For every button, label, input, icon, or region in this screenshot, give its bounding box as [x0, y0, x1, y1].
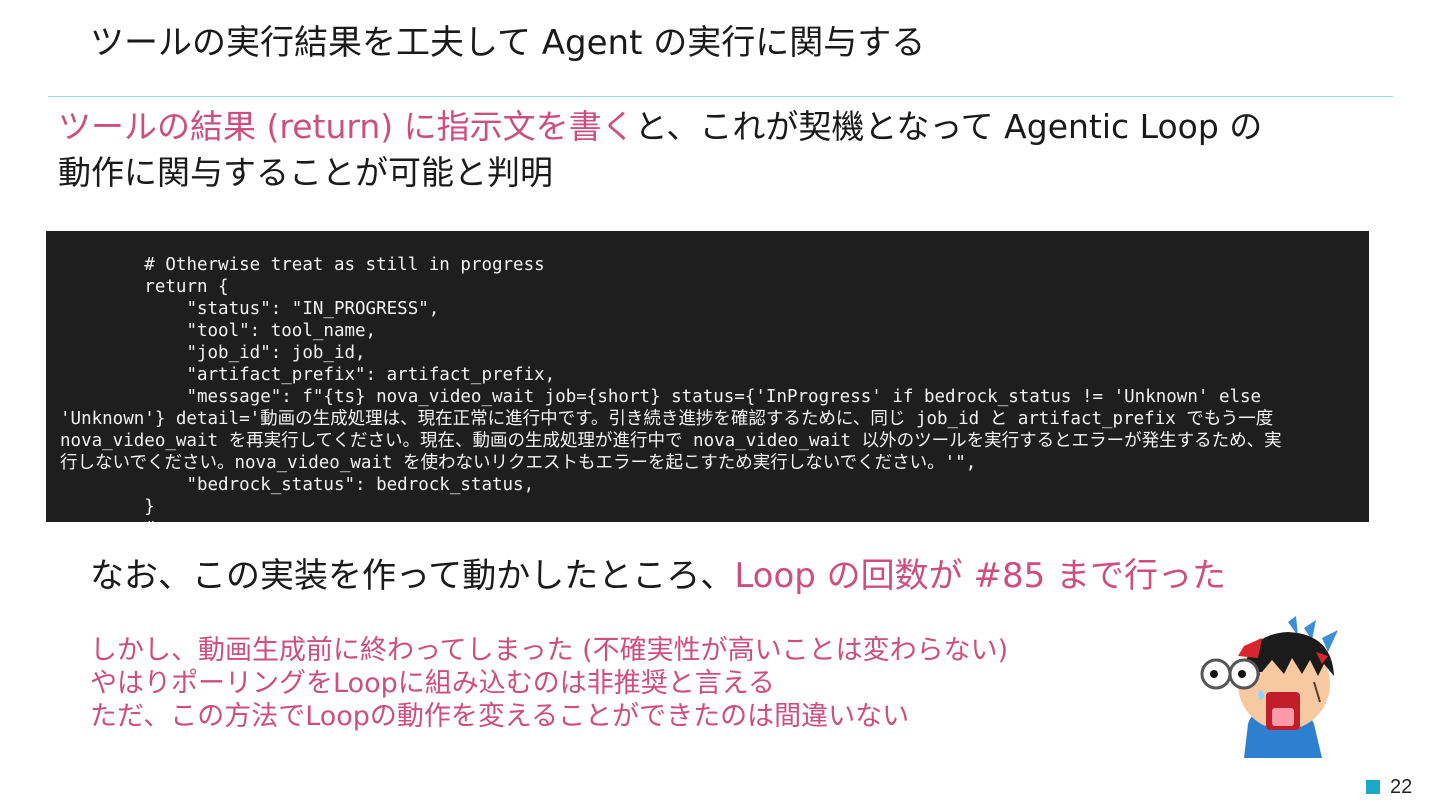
page-marker [1366, 780, 1380, 794]
conclusion-item: しかし、動画生成前に終わってしまった (不確実性が高いことは変わらない) [90, 635, 1009, 666]
page-number: 22 [1366, 775, 1412, 799]
code-block: # Otherwise treat as still in progress r… [46, 231, 1369, 522]
conclusion-item: やはりポーリングをLoopに組み込むのは非推奨と言える [90, 668, 775, 699]
lead-line2: 動作に関与することが可能と判明 [58, 153, 553, 192]
page-number-text: 22 [1390, 775, 1413, 798]
lead-rest: と、これが契機となって Agentic Loop の [634, 107, 1263, 146]
result-note: なお、この実装を作って動かしたところ、Loop の回数が #85 まで行った [90, 553, 1390, 599]
code-text: # Otherwise treat as still in progress r… [60, 255, 1282, 522]
title-divider [48, 96, 1393, 97]
conclusion-item: ただ、この方法でLoopの動作を変えることができたのは間違いない [90, 701, 910, 732]
note-prefix: なお、この実装を作って動かしたところ、 [90, 556, 735, 596]
note-highlight: Loop の回数が #85 まで行った [734, 556, 1227, 596]
conclusion-list: しかし、動画生成前に終わってしまった (不確実性が高いことは変わらない) やはり… [90, 634, 1170, 733]
slide-title: ツールの実行結果を工夫して Agent の実行に関与する [90, 23, 926, 63]
lead-text: ツールの結果 (return) に指示文を書くと、これが契機となって Agent… [58, 104, 1388, 196]
lead-highlight: ツールの結果 (return) に指示文を書く [58, 107, 635, 146]
shocked-person-icon [1200, 616, 1338, 758]
